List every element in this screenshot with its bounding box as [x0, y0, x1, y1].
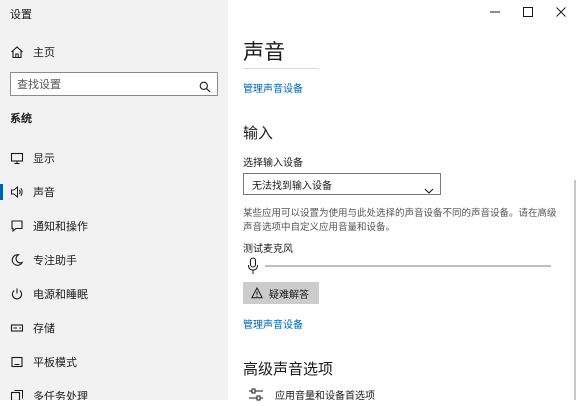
page-title: 声音	[243, 40, 285, 64]
sidebar-item-label: 显示	[33, 152, 55, 165]
moon-icon	[9, 252, 25, 268]
sidebar-section-heading: 系统	[10, 112, 32, 125]
content-pane: 声音 管理声音设备 输入 选择输入设备 无法找到输入设备 某些应用可以设置为使用…	[228, 0, 577, 402]
window-title: 设置	[10, 8, 32, 21]
search-box[interactable]	[10, 72, 218, 96]
sidebar-item-label: 平板模式	[33, 356, 77, 369]
troubleshoot-label: 疑难解答	[269, 289, 309, 301]
minimize-button[interactable]	[481, 2, 509, 20]
sidebar-item-label: 专注助手	[33, 254, 77, 267]
sidebar-item-power[interactable]: 电源和睡眠	[0, 282, 228, 306]
home-icon	[9, 44, 25, 60]
sidebar: 设置 主页 系统 显示 声音 通知和操作 专注助手	[0, 0, 228, 400]
sidebar-item-label: 声音	[33, 186, 55, 199]
multitask-icon	[9, 388, 25, 400]
scrollbar[interactable]	[574, 180, 576, 400]
selected-input-device: 无法找到输入设备	[252, 180, 332, 192]
close-button[interactable]	[547, 2, 575, 20]
select-input-device-label: 选择输入设备	[243, 158, 303, 169]
manage-sound-devices-link[interactable]: 管理声音设备	[243, 80, 303, 95]
search-input[interactable]	[11, 73, 203, 96]
microphone-icon	[247, 257, 259, 275]
title-divider	[243, 68, 319, 69]
search-icon[interactable]	[199, 78, 211, 93]
speaker-icon	[9, 184, 25, 200]
maximize-button[interactable]	[514, 2, 542, 20]
mic-level-track	[265, 265, 551, 267]
input-heading: 输入	[243, 124, 274, 142]
sidebar-item-storage[interactable]: 存储	[0, 316, 228, 340]
maximize-icon	[523, 2, 533, 21]
troubleshoot-button[interactable]: 疑难解答	[243, 282, 319, 304]
nav-home-label: 主页	[33, 46, 55, 59]
sidebar-item-display[interactable]: 显示	[0, 146, 228, 170]
sidebar-item-label: 通知和操作	[33, 220, 88, 233]
storage-icon	[9, 320, 25, 336]
advanced-sound-heading: 高级声音选项	[243, 360, 334, 378]
sidebar-item-focus-assist[interactable]: 专注助手	[0, 248, 228, 272]
sidebar-item-label: 存储	[33, 322, 55, 335]
input-help-text: 某些应用可以设置为使用与此处选择的声音设备不同的声音设备。请在高级声音选项中自定…	[243, 208, 557, 233]
nav-home[interactable]: 主页	[0, 40, 228, 64]
sidebar-item-tablet-mode[interactable]: 平板模式	[0, 350, 228, 374]
tablet-icon	[9, 354, 25, 370]
microphone-level-meter	[243, 257, 553, 275]
sidebar-item-multitasking[interactable]: 多任务处理	[0, 384, 228, 400]
sidebar-item-notifications[interactable]: 通知和操作	[0, 214, 228, 238]
monitor-icon	[9, 150, 25, 166]
notification-icon	[9, 218, 25, 234]
close-icon	[556, 2, 566, 21]
manage-sound-devices-link-input[interactable]: 管理声音设备	[243, 316, 303, 331]
input-device-select[interactable]: 无法找到输入设备	[243, 173, 441, 195]
chevron-down-icon	[424, 180, 434, 194]
app-volume-sliders-icon	[248, 387, 264, 401]
sidebar-item-label: 电源和睡眠	[33, 288, 88, 301]
app-volume-preferences-label: 应用音量和设备首选项	[275, 390, 375, 402]
warning-icon	[250, 286, 264, 299]
sidebar-item-label: 多任务处理	[33, 390, 88, 400]
minimize-icon	[490, 2, 500, 21]
sidebar-item-sound[interactable]: 声音	[0, 180, 228, 204]
test-microphone-label: 测试麦克风	[243, 244, 293, 255]
power-icon	[9, 286, 25, 302]
